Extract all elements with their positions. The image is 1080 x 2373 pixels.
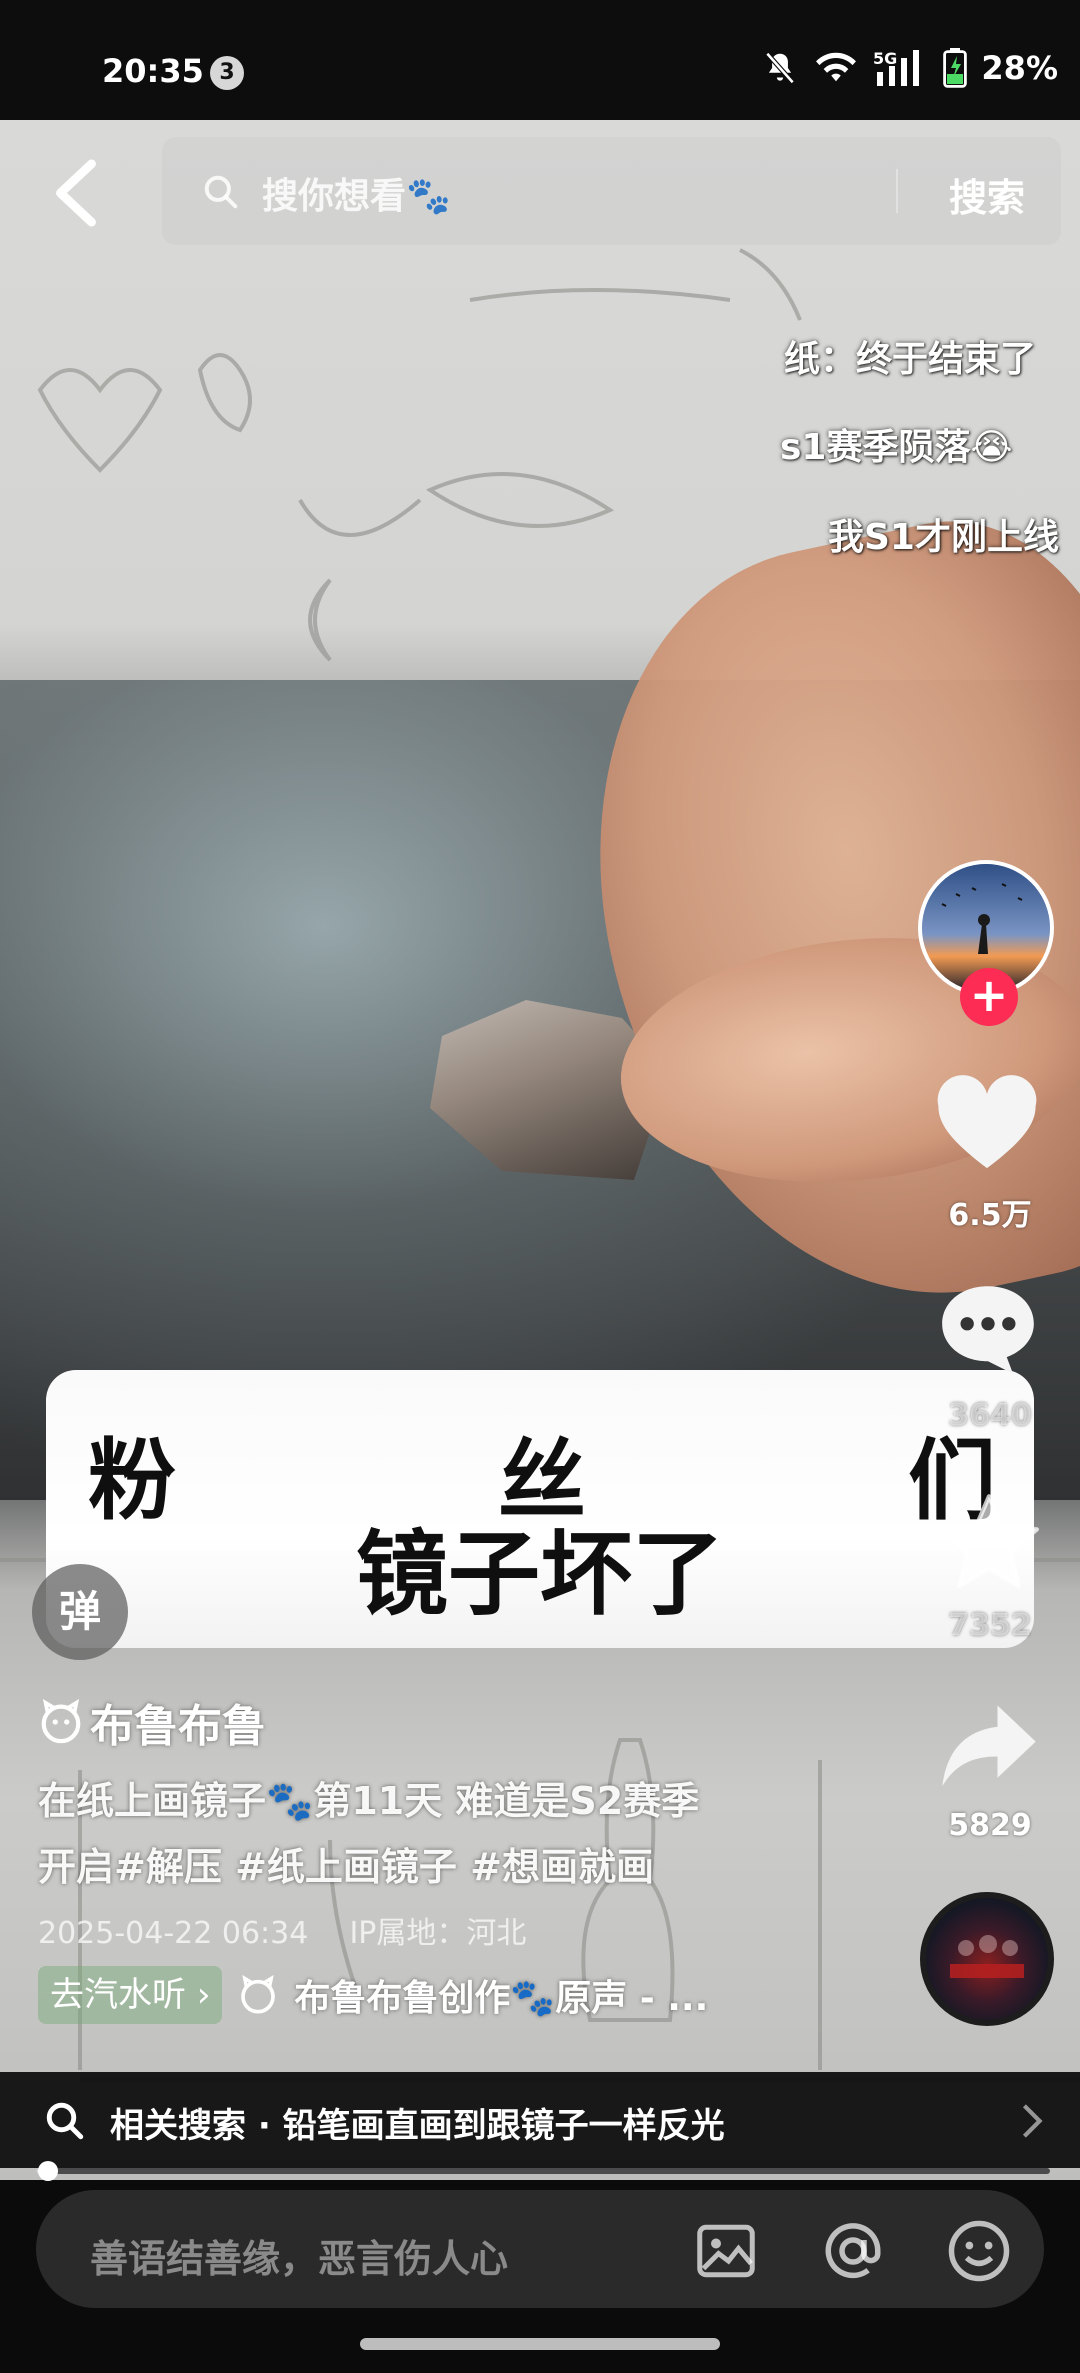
danmaku-comment[interactable]: s1赛季陨落😭	[780, 418, 1013, 470]
search-placeholder: 搜你想看🐾	[262, 176, 451, 217]
description-line[interactable]: 开启#解压 #纸上画镜子 #想画就画	[38, 1834, 838, 1900]
status-bar: 20:35 3 5G 28%	[0, 0, 1080, 120]
danmaku-toggle-label: 弹	[58, 1587, 101, 1636]
search-icon	[46, 2102, 84, 2140]
like-heart-icon[interactable]	[934, 1074, 1040, 1174]
wifi-icon	[816, 52, 857, 82]
music-row: 去汽水听 › 布鲁布鲁创作🐾原声 - ...	[38, 1966, 708, 2024]
favorite-star-icon[interactable]	[936, 1492, 1042, 1592]
like-count: 6.5万	[948, 1198, 1032, 1233]
mention-at-icon[interactable]	[820, 2218, 886, 2284]
author-row[interactable]: 布鲁布鲁	[38, 1690, 266, 1754]
comment-count: 3640	[948, 1398, 1032, 1433]
subtitle-line-2: 镜子坏了	[355, 1521, 724, 1628]
listen-in-soda-button[interactable]: 去汽水听 ›	[38, 1966, 223, 2024]
battery-percentage: 28%	[981, 49, 1058, 87]
cat-face-icon	[41, 1699, 81, 1744]
danmaku-comment[interactable]: 纸：终于结束了	[784, 330, 1036, 382]
post-date: 2025-04-22 06:34	[38, 1916, 309, 1951]
follow-plus-label: +	[969, 968, 1009, 1022]
notification-count-badge: 3	[210, 56, 244, 90]
follow-button[interactable]: +	[960, 968, 1018, 1026]
emoji-icon[interactable]	[946, 2218, 1012, 2284]
danmaku-toggle-button[interactable]: 弹	[32, 1564, 128, 1660]
video-meta: 2025-04-22 06:34 IP属地：河北	[38, 1908, 526, 1952]
battery-charging-icon	[943, 48, 968, 88]
related-search-text: 相关搜索 · 铅笔画直画到跟镜子一样反光	[110, 2106, 725, 2146]
chevron-right-icon: ›	[196, 1975, 211, 2015]
search-divider	[896, 169, 898, 213]
signal-5g-icon: 5G	[873, 49, 920, 86]
status-icons: 5G 28%	[761, 48, 1058, 88]
screen: 20:35 3 5G 28% 搜你想看🐾 搜索 纸：终于结束了 s1赛季陨落😭 …	[0, 0, 1080, 2373]
comment-input[interactable]: 善语结善缘，恶言伤人心	[36, 2190, 1044, 2308]
subtitle-card: 粉 丝 们 镜子坏了	[46, 1370, 1034, 1648]
share-arrow-icon[interactable]	[938, 1700, 1040, 1796]
comment-placeholder: 善语结善缘，恶言伤人心	[90, 2237, 509, 2281]
silent-bell-icon	[765, 52, 795, 84]
chevron-right-icon	[1022, 2104, 1043, 2138]
favorite-count: 7352	[948, 1608, 1032, 1643]
cat-face-icon	[241, 1975, 276, 2014]
search-bar[interactable]: 搜你想看🐾 搜索	[162, 137, 1061, 245]
svg-text:5G: 5G	[873, 49, 897, 68]
ip-location: IP属地：河北	[349, 1916, 527, 1951]
music-title[interactable]: 布鲁布鲁创作🐾原声 - ...	[294, 1969, 708, 2021]
image-icon[interactable]	[696, 2222, 756, 2280]
status-time: 20:35	[102, 52, 204, 90]
music-disc[interactable]	[920, 1892, 1054, 2026]
description-line: 在纸上画镜子🐾第11天 难道是S2赛季	[38, 1779, 700, 1823]
music-cover-art	[950, 1935, 1024, 1978]
video-description: 在纸上画镜子🐾第11天 难道是S2赛季 开启#解压 #纸上画镜子 #想画就画	[38, 1768, 838, 1900]
author-name[interactable]: 布鲁布鲁	[90, 1690, 266, 1754]
listen-button-label: 去汽水听	[50, 1975, 186, 2015]
video-progress-bar[interactable]	[36, 2161, 1050, 2181]
share-count: 5829	[948, 1808, 1032, 1843]
home-indicator[interactable]	[360, 2338, 720, 2350]
search-icon	[204, 175, 238, 209]
related-search-bar[interactable]: 相关搜索 · 铅笔画直画到跟镜子一样反光	[0, 2072, 1080, 2168]
search-button[interactable]: 搜索	[949, 167, 1025, 222]
danmaku-comment[interactable]: 我S1才刚上线	[828, 508, 1059, 560]
back-arrow-icon[interactable]	[48, 158, 104, 228]
comment-bubble-icon[interactable]	[938, 1282, 1038, 1378]
